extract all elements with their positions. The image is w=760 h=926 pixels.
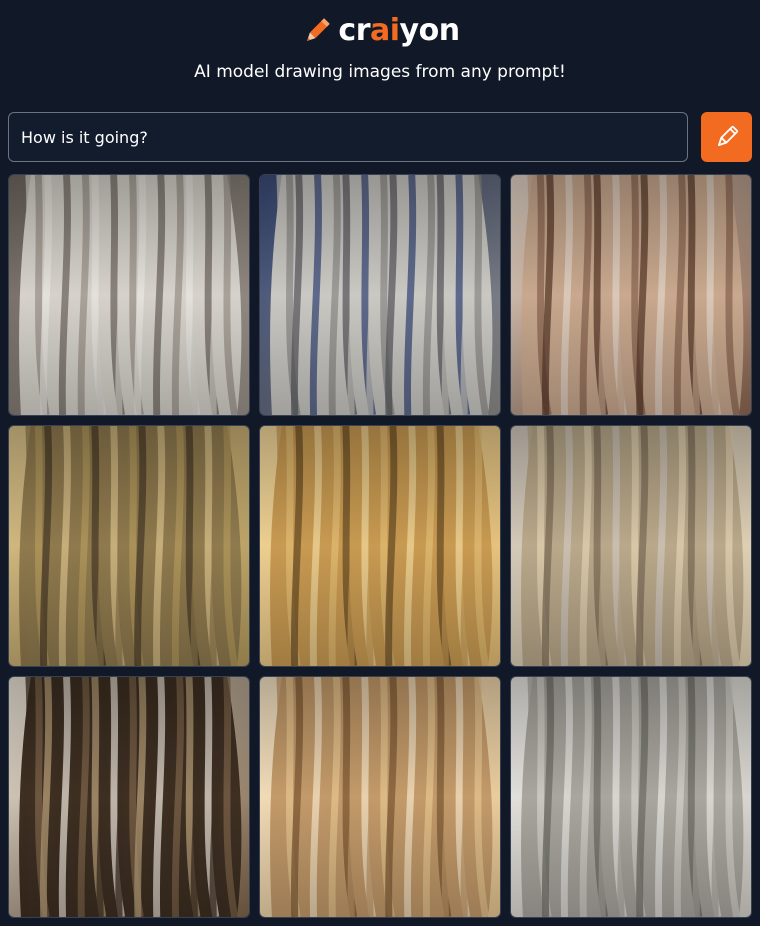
results-grid: [8, 174, 752, 918]
hair-image: [260, 677, 500, 917]
result-image[interactable]: [259, 425, 501, 667]
result-image[interactable]: [8, 174, 250, 416]
logo-part-1: cr: [338, 13, 370, 48]
hair-image: [260, 426, 500, 666]
hair-image: [511, 677, 751, 917]
result-image[interactable]: [510, 174, 752, 416]
pencil-icon: [307, 18, 331, 41]
result-image[interactable]: [8, 425, 250, 667]
logo-part-3: yon: [399, 13, 461, 48]
result-image[interactable]: [259, 174, 501, 416]
hair-image: [9, 426, 249, 666]
hair-image: [9, 677, 249, 917]
hair-image: [260, 175, 500, 415]
header: craiyon AI model drawing images from any…: [0, 0, 760, 110]
logo-part-2: ai: [370, 13, 400, 48]
result-image[interactable]: [8, 676, 250, 918]
hair-image: [9, 175, 249, 415]
logo-wordmark: craiyon: [338, 10, 461, 52]
result-image[interactable]: [259, 676, 501, 918]
prompt-input[interactable]: [8, 112, 688, 162]
prompt-bar: [8, 112, 752, 162]
tagline: AI model drawing images from any prompt!: [194, 62, 566, 82]
result-image[interactable]: [510, 425, 752, 667]
pencil-icon: [717, 125, 738, 147]
logo[interactable]: craiyon: [0, 10, 760, 52]
result-image[interactable]: [510, 676, 752, 918]
hair-image: [511, 426, 751, 666]
hair-image: [511, 175, 751, 415]
draw-button[interactable]: [701, 112, 752, 162]
